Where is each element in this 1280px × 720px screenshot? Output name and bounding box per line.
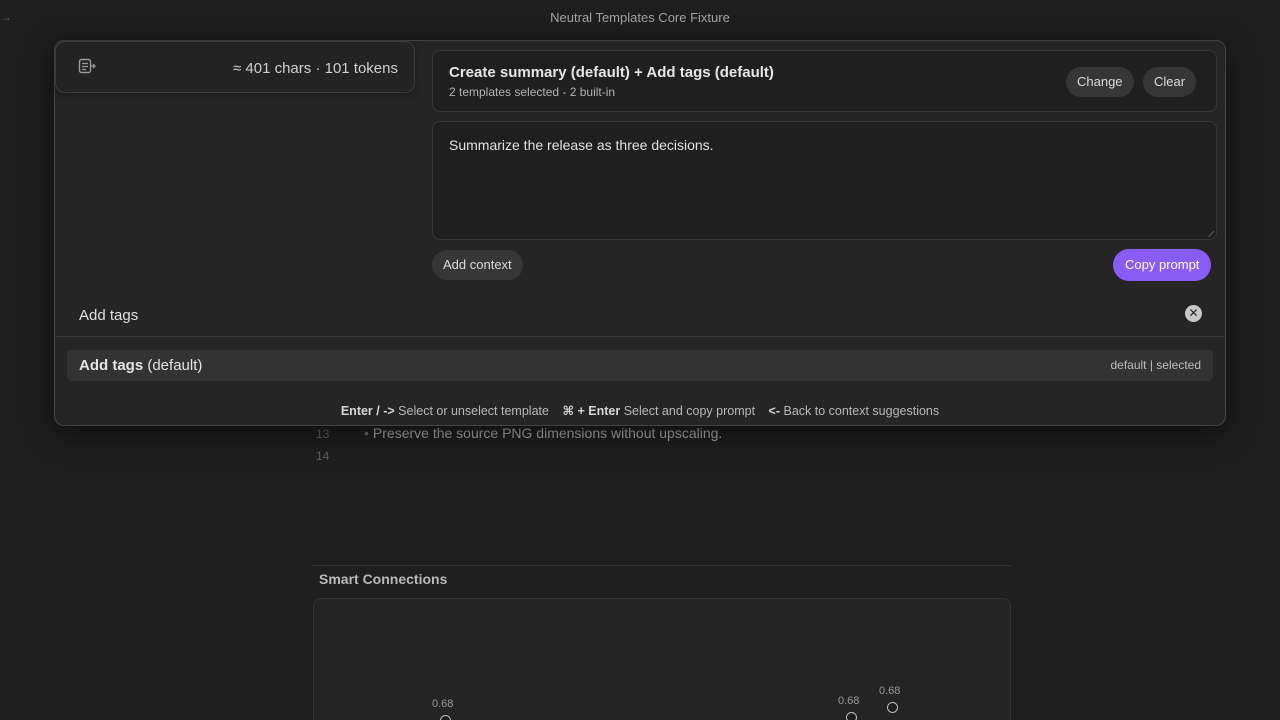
prompt-stats-card: ≈ 401 chars · 101 tokens [55,41,415,93]
add-context-button[interactable]: Add context [432,250,523,280]
note-text: Preserve the source PNG dimensions witho… [372,425,723,441]
line-number: 14 [316,449,330,463]
template-result-item[interactable]: Add tags (default) default | selected [67,350,1213,381]
template-name: Add tags (default) [79,357,203,374]
clear-button[interactable]: Clear [1143,67,1197,97]
resize-handle[interactable] [1206,229,1214,237]
node-score: 0.68 [432,698,454,710]
smart-connections-title: Smart Connections [319,571,448,587]
node-score: 0.68 [879,685,901,697]
template-picker-modal: ≈ 401 chars · 101 tokens Create summary … [54,40,1226,426]
hint: Enter / -> Select or unselect template [340,404,549,418]
smart-connections-graph[interactable]: 0.68 0.68 0.68 [313,598,1011,720]
node-score: 0.68 [838,695,860,707]
template-status: default | selected [1110,358,1201,372]
keyboard-hints: Enter / -> Select or unselect template ⌘… [55,403,1225,418]
selected-templates-summary: 2 templates selected - 2 built-in [449,85,616,99]
insert-text-icon[interactable] [78,58,96,79]
selected-templates-title: Create summary (default) + Add tags (def… [449,64,774,81]
prompt-textarea[interactable]: Summarize the release as three decisions… [432,121,1217,240]
arrow-right-icon[interactable]: → [0,10,12,24]
note-line: 14 [316,447,346,463]
copy-prompt-button[interactable]: Copy prompt [1113,249,1212,281]
note-line: 13 • Preserve the source PNG dimensions wi… [316,425,722,441]
clear-search-icon[interactable]: ✕ [1185,305,1202,322]
graph-node[interactable] [440,715,451,720]
char-token-count: ≈ 401 chars · 101 tokens [233,60,398,77]
bullet-icon: • [364,425,369,441]
template-search-input[interactable] [79,303,1159,327]
graph-node[interactable] [846,712,857,720]
divider [313,565,1011,566]
change-button[interactable]: Change [1066,67,1134,97]
line-number: 13 [316,427,330,441]
window-title: Neutral Templates Core Fixture [550,10,730,25]
prompt-text: Summarize the release as three decisions… [449,137,714,153]
graph-node[interactable] [887,702,898,713]
hint: ⌘ + Enter Select and copy prompt [562,404,756,418]
selected-templates-card: Create summary (default) + Add tags (def… [432,50,1217,112]
template-search-row: ✕ [55,293,1225,337]
hint: <- Back to context suggestions [768,404,940,418]
